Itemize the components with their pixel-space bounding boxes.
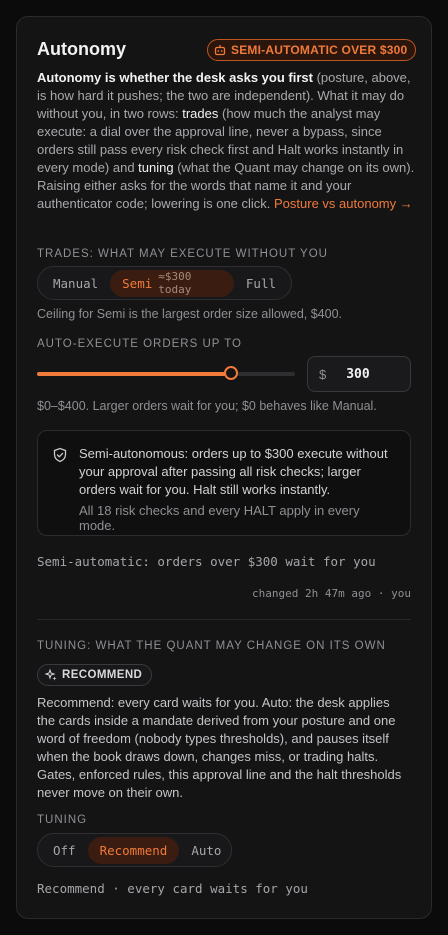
slider-fill [37,372,231,376]
option-label: Semi [122,275,153,291]
auto-execute-label: AUTO-EXECUTE ORDERS UP TO [37,338,242,350]
option-label: Recommend [99,842,168,858]
posture-vs-autonomy-link[interactable]: Posture vs autonomy → [274,196,413,211]
info-secondary-text: All 18 risk checks and every HALT apply … [79,503,360,533]
tuning-description: Recommend: every card waits for you. Aut… [37,695,402,800]
trades-section-label: TRADES: WHAT MAY EXECUTE WITHOUT YOU [37,248,328,260]
intro-lead: Autonomy is whether the desk asks you fi… [37,70,313,85]
intro-paragraph: Autonomy is whether the desk asks you fi… [37,69,415,213]
card-title: Autonomy [37,39,126,59]
option-label: Off [53,842,76,858]
info-text: Semi-autonomous: orders up to $300 execu… [79,446,388,497]
tuning-status-chip: RECOMMEND [37,664,153,686]
tuning-section-label: TUNING: WHAT THE QUANT MAY CHANGE ON ITS… [37,640,386,652]
robot-icon [214,45,226,56]
tuning-sublabel: TUNING [37,814,88,826]
tuning-option-auto[interactable]: Auto [179,837,233,864]
slider-thumb[interactable] [223,366,238,380]
badge-label: SEMI-AUTOMATIC OVER $300 [231,43,408,57]
tuning-summary: Recommend · every card waits for you [37,881,308,896]
mode-info-box: Semi-autonomous: orders up to $300 execu… [37,430,411,536]
trades-option-full[interactable]: Full [234,270,288,297]
status-summary: Semi-automatic: orders over $300 wait fo… [37,554,376,569]
autonomy-status-badge: SEMI-AUTOMATIC OVER $300 [207,39,417,61]
option-label: Auto [191,842,222,858]
autonomy-card: Autonomy SEMI-AUTOMATIC OVER $300 Autono… [16,16,432,919]
last-changed: changed 2h 47m ago · you [252,587,411,600]
tuning-option-recommend[interactable]: Recommend [87,836,180,864]
intro-trades: trades [182,106,219,121]
amount-value: 300 [346,366,370,382]
option-label: Full [245,275,276,291]
auto-execute-slider[interactable] [37,366,295,380]
option-sublabel: ≈$300 today [158,270,192,296]
trades-option-semi[interactable]: Semi ≈$300 today [110,269,234,297]
shield-check-icon [53,447,67,463]
trades-mode-selector: Manual Semi ≈$300 today Full [37,266,292,300]
range-note: $0–$400. Larger orders wait for you; $0 … [37,399,377,413]
section-divider [37,619,411,620]
tuning-option-off[interactable]: Off [41,837,88,864]
tuning-mode-selector: Off Recommend Auto [37,833,232,867]
currency-symbol: $ [319,366,327,382]
intro-tuning: tuning [138,160,174,175]
chip-label: RECOMMEND [62,669,143,681]
sparkles-icon [45,669,57,681]
auto-execute-amount-input[interactable]: $ 300 [307,356,411,392]
ceiling-note: Ceiling for Semi is the largest order si… [37,307,343,321]
option-label: Manual [53,275,99,291]
trades-option-manual[interactable]: Manual [41,270,110,297]
